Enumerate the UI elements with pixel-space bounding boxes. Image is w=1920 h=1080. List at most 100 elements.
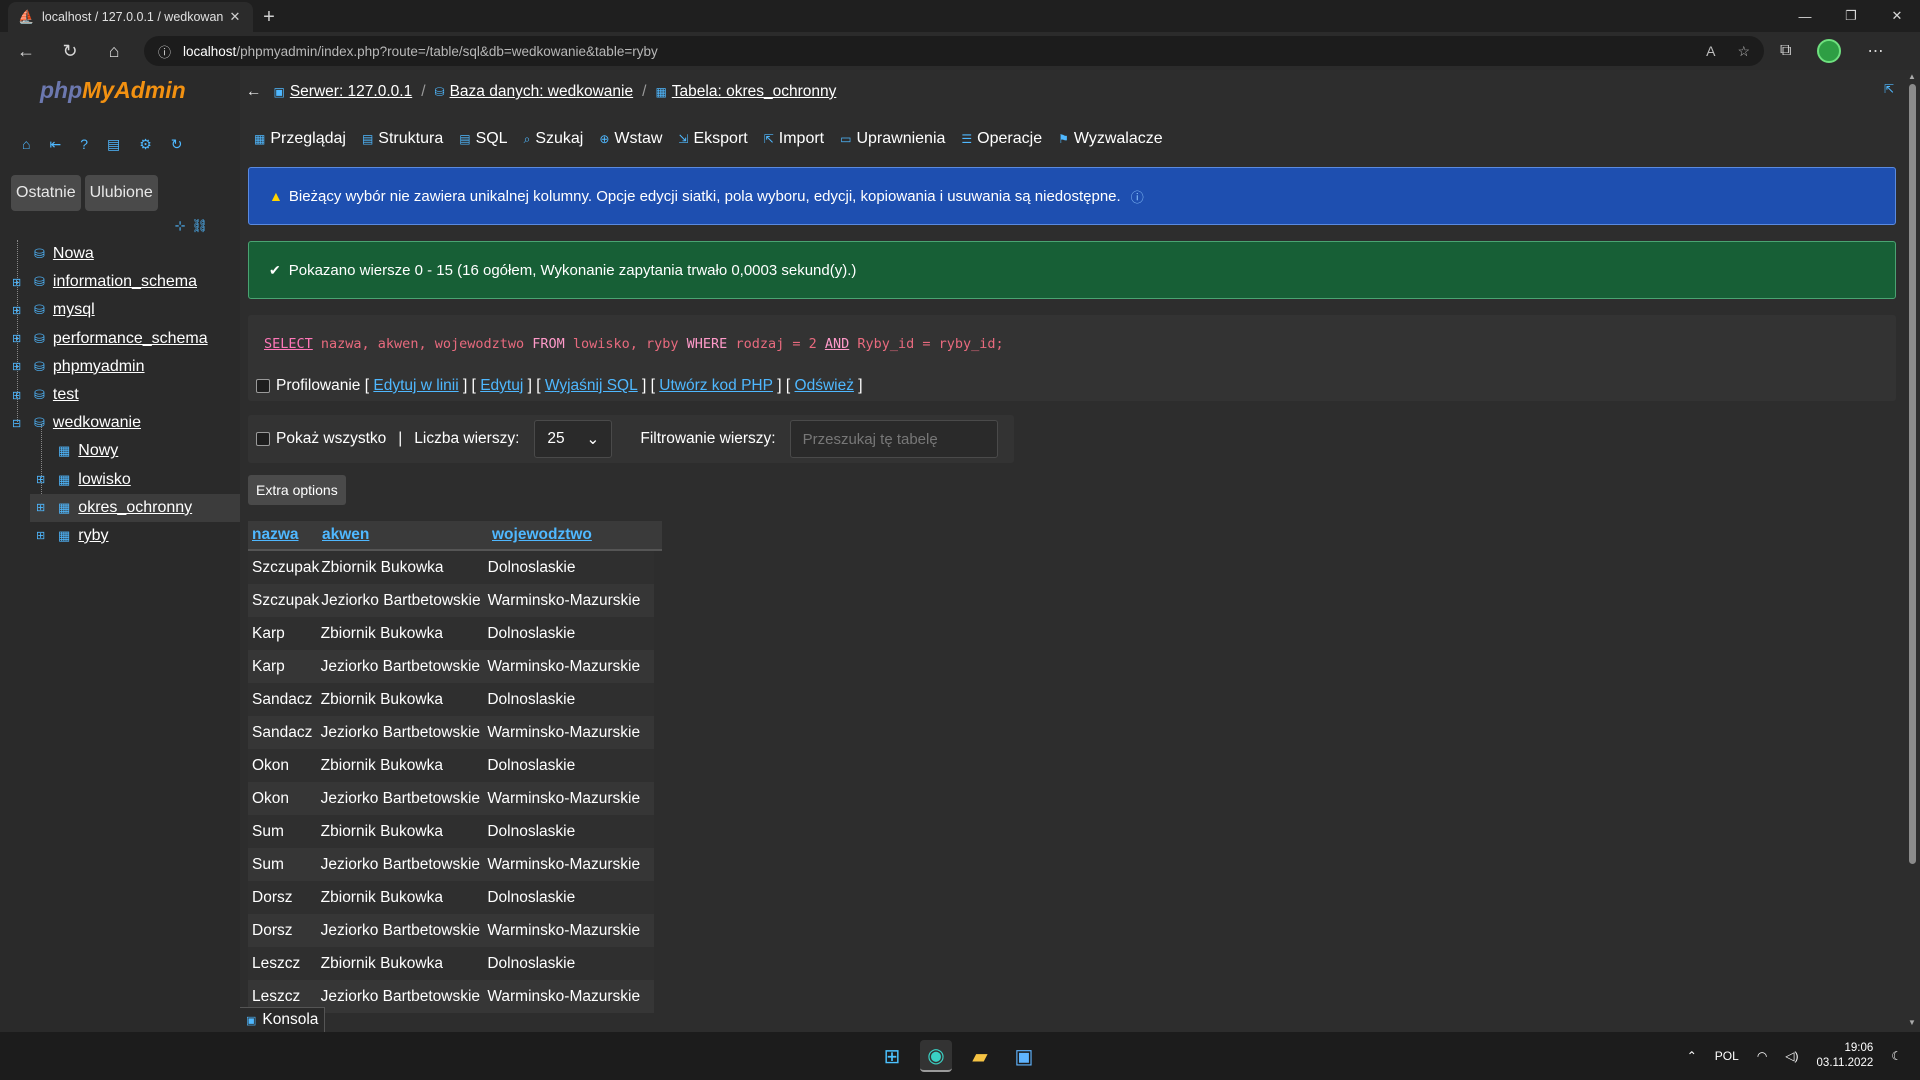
tree-item-test[interactable]: ⊞ ⛁ test [0, 381, 240, 409]
collapse-sidebar-icon[interactable]: ← [246, 83, 262, 101]
new-tab-icon[interactable]: + [253, 2, 285, 32]
tree-label[interactable]: phpmyadmin [53, 358, 145, 376]
reload-icon[interactable]: ↻ [171, 136, 183, 153]
expand-icon[interactable]: ⊞ [12, 304, 21, 317]
tree-label[interactable]: information_schema [53, 273, 197, 291]
tab-recent[interactable]: Ostatnie [11, 175, 81, 211]
home-icon[interactable]: ⌂ [22, 136, 30, 153]
scroll-top-icon[interactable]: ⇱ [1884, 82, 1894, 96]
sort-link[interactable]: wojewodztwo [492, 526, 592, 543]
clock[interactable]: 19:06 03.11.2022 [1817, 1041, 1874, 1071]
tree-label[interactable]: wedkowanie [53, 414, 141, 432]
sql-keyword[interactable]: SELECT [264, 336, 313, 352]
tab-insert[interactable]: ⊕ Wstaw [599, 130, 662, 148]
edge-browser-icon[interactable]: ◉ [920, 1040, 952, 1072]
tree-item-new-database[interactable]: ⛁ Nowa [0, 240, 240, 268]
expand-icon[interactable]: ⊞ [36, 529, 45, 542]
tab-triggers[interactable]: ⚑ Wyzwalacze [1058, 130, 1163, 148]
tab-sql[interactable]: ▤ SQL [459, 130, 507, 148]
close-tab-icon[interactable]: ✕ [227, 9, 243, 25]
explain-sql-link[interactable]: Wyjaśnij SQL [545, 377, 638, 395]
tree-item-wedkowanie[interactable]: ⊟ ⛁ wedkowanie [0, 409, 240, 437]
edit-link[interactable]: Edytuj [480, 377, 523, 395]
tree-item-phpmyadmin[interactable]: ⊞ ⛁ phpmyadmin [0, 353, 240, 381]
url-field[interactable]: ⓘ localhost/phpmyadmin/index.php?route=/… [144, 36, 1764, 66]
tree-item-mysql[interactable]: ⊞ ⛁ mysql [0, 296, 240, 324]
page-scrollbar[interactable]: ▲ ▼ [1904, 70, 1920, 1032]
breadcrumb-database[interactable]: Baza danych: wedkowanie [450, 83, 634, 101]
tree-item-ryby[interactable]: ⊞ ▦ ryby [0, 522, 240, 550]
language-indicator[interactable]: POL [1715, 1049, 1739, 1063]
column-header[interactable]: wojewodztwo [490, 526, 662, 544]
tab-search[interactable]: ⌕ Szukaj [524, 130, 584, 148]
rows-count-select[interactable]: 25 ⌄ [534, 420, 613, 458]
help-icon[interactable]: ? [80, 136, 88, 153]
breadcrumb-table[interactable]: Tabela: okres_ochronny [672, 83, 837, 101]
restore-icon[interactable]: ❐ [1828, 0, 1874, 32]
profile-avatar[interactable] [1817, 39, 1842, 63]
show-all-checkbox[interactable] [256, 432, 270, 446]
tree-label[interactable]: Nowa [53, 245, 94, 263]
favorite-star-icon[interactable]: ☆ [1737, 43, 1750, 60]
photos-app-icon[interactable]: ▣ [1008, 1040, 1040, 1072]
phpmyadmin-logo[interactable]: php MyAdmin [0, 70, 240, 110]
back-icon[interactable]: ← [8, 36, 44, 66]
notifications-icon[interactable]: ☾ [1891, 1049, 1902, 1063]
extensions-icon[interactable]: ⧉ [1780, 42, 1791, 60]
expand-icon[interactable]: ⊞ [12, 389, 21, 402]
expand-icon[interactable]: ⊞ [12, 332, 21, 345]
tree-label[interactable]: okres_ochronny [78, 499, 192, 517]
expand-icon[interactable]: ⊞ [12, 360, 21, 373]
filter-rows-input[interactable]: Przeszukaj tę tabelę [789, 420, 998, 458]
profiling-checkbox[interactable] [256, 379, 270, 393]
tab-import[interactable]: ⇱ Import [764, 130, 824, 148]
wifi-icon[interactable]: ◠ [1757, 1049, 1767, 1063]
windows-start-icon[interactable]: ⊞ [876, 1040, 908, 1072]
expand-icon[interactable]: ⊞ [12, 276, 21, 289]
minimize-icon[interactable]: — [1782, 0, 1828, 32]
tree-label[interactable]: Nowy [78, 442, 118, 460]
tab-structure[interactable]: ▤ Struktura [362, 130, 443, 148]
tree-item-performance-schema[interactable]: ⊞ ⛁ performance_schema [0, 325, 240, 353]
tree-label[interactable]: performance_schema [53, 330, 208, 348]
tree-item-information-schema[interactable]: ⊞ ⛁ information_schema [0, 268, 240, 296]
more-menu-icon[interactable]: ⋯ [1867, 41, 1883, 61]
link-with-main-icon[interactable]: ⛓ [191, 218, 214, 233]
close-window-icon[interactable]: ✕ [1874, 0, 1920, 32]
tab-browse[interactable]: ▦ Przeglądaj [254, 130, 346, 148]
refresh-link[interactable]: Odśwież [795, 377, 854, 395]
tree-item-new-table[interactable]: ▦ Nowy [0, 437, 240, 465]
scrollbar-thumb[interactable] [1909, 84, 1916, 864]
tree-label[interactable]: mysql [53, 301, 95, 319]
tab-privileges[interactable]: ▭ Uprawnienia [840, 130, 945, 148]
tree-item-lowisko[interactable]: ⊞ ▦ lowisko [0, 466, 240, 494]
console-toggle[interactable]: ▣ Konsola [240, 1007, 326, 1032]
breadcrumb-server[interactable]: Serwer: 127.0.0.1 [290, 83, 412, 101]
tree-label[interactable]: test [53, 386, 79, 404]
expand-icon[interactable]: ⊞ [36, 501, 45, 514]
tab-favorites[interactable]: Ulubione [84, 175, 158, 211]
site-info-icon[interactable]: ⓘ [158, 42, 171, 61]
tree-label[interactable]: lowisko [78, 471, 130, 489]
sort-link[interactable]: nazwa [252, 526, 299, 543]
tab-operations[interactable]: ☰ Operacje [961, 130, 1042, 148]
expand-icon[interactable]: ⊞ [36, 473, 45, 486]
collapse-icon[interactable]: ⊟ [12, 417, 21, 430]
tree-item-okres-ochronny[interactable]: ⊞ ▦ okres_ochronny [30, 493, 240, 522]
refresh-icon[interactable]: ↻ [52, 36, 88, 66]
settings-gear-icon[interactable]: ⚙ [139, 136, 152, 153]
collapse-all-icon[interactable]: ⊹ [175, 218, 192, 233]
scroll-down-icon[interactable]: ▼ [1908, 1018, 1916, 1027]
sql-query-text[interactable]: SELECT nazwa, akwen, wojewodztwo FROM lo… [264, 336, 1004, 352]
home-icon[interactable]: ⌂ [96, 36, 132, 66]
column-header[interactable]: nazwa [248, 526, 320, 544]
read-aloud-icon[interactable]: A [1706, 43, 1715, 60]
create-php-code-link[interactable]: Utwórz kod PHP [659, 377, 773, 395]
logout-icon[interactable]: ⇤ [49, 136, 61, 153]
sort-link[interactable]: akwen [322, 526, 369, 543]
scroll-up-icon[interactable]: ▲ [1908, 72, 1916, 81]
extra-options-button[interactable]: Extra options [248, 475, 346, 505]
browser-tab[interactable]: ⛵ localhost / 127.0.0.1 / wedkowan ✕ [8, 2, 253, 32]
column-header[interactable]: akwen [320, 526, 490, 544]
edit-inline-link[interactable]: Edytuj w linii [373, 377, 458, 395]
